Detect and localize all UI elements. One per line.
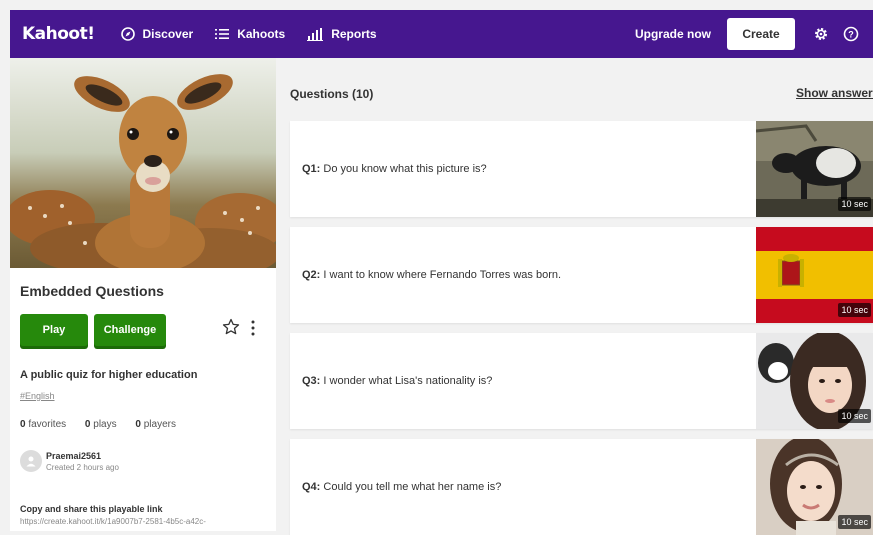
nav-discover-label: Discover (142, 27, 194, 41)
question-image: 10 sec (756, 439, 873, 535)
question-text: Q3: I wonder what Lisa's nationality is? (302, 375, 492, 387)
kahoot-description: A public quiz for higher education (20, 369, 198, 381)
create-button[interactable]: Create (727, 18, 795, 50)
plays-count: 0 (84, 419, 91, 430)
question-image: 10 sec (756, 333, 873, 429)
question-body: I wonder what Lisa's nationality is? (323, 375, 493, 387)
favorite-star-icon[interactable] (222, 318, 240, 336)
compass-icon (120, 27, 135, 41)
kahoot-info-panel: Embedded Questions Play Challenge A publ… (10, 58, 276, 531)
question-text: Q1: Do you know what this picture is? (302, 163, 487, 175)
nav-kahoots[interactable]: Kahoots (215, 27, 285, 41)
question-number: Q1: (302, 163, 321, 175)
question-card[interactable]: Q2: I want to know where Fernando Torres… (290, 227, 873, 323)
list-icon (215, 29, 230, 39)
top-nav: Kahoot! Discover Kahoots Reports Upgrade… (10, 10, 873, 58)
question-body: I want to know where Fernando Torres was… (323, 269, 562, 281)
created-time: Created 2 hours ago (46, 462, 119, 472)
question-image: 10 sec (756, 227, 873, 323)
play-button[interactable]: Play (20, 314, 88, 346)
nav-reports[interactable]: Reports (307, 27, 377, 41)
time-limit-badge: 10 sec (838, 515, 871, 529)
plays-label: plays (93, 419, 117, 430)
user-icon (26, 456, 36, 467)
favorites-label: favorites (28, 419, 67, 430)
upgrade-link[interactable]: Upgrade now (635, 27, 711, 41)
nav-reports-label: Reports (331, 27, 377, 41)
time-limit-badge: 10 sec (838, 197, 871, 211)
author-name[interactable]: Praemai2561 (46, 451, 119, 461)
players-label: players (143, 419, 176, 430)
author-info: Praemai2561 Created 2 hours ago (20, 450, 119, 472)
help-button[interactable]: ? (843, 26, 859, 42)
question-card[interactable]: Q1: Do you know what this picture is? 10… (290, 121, 873, 217)
question-card[interactable]: Q3: I wonder what Lisa's nationality is?… (290, 333, 873, 429)
favorites-count: 0 (20, 419, 26, 430)
questions-header: Questions (10) (290, 87, 374, 101)
question-body: Could you tell me what her name is? (323, 481, 502, 493)
nav-kahoots-label: Kahoots (237, 27, 286, 41)
question-number: Q4: (302, 481, 321, 493)
language-tag-link[interactable]: #English (20, 391, 55, 401)
more-options-icon[interactable] (250, 320, 256, 336)
question-image: 10 sec (756, 121, 873, 217)
question-number: Q3: (302, 375, 321, 387)
nav-discover[interactable]: Discover (120, 27, 194, 41)
kahoot-logo[interactable]: Kahoot! (22, 24, 95, 44)
question-text: Q2: I want to know where Fernando Torres… (302, 269, 561, 281)
players-count: 0 (135, 419, 141, 430)
avatar[interactable] (20, 450, 42, 472)
question-card[interactable]: Q4: Could you tell me what her name is? … (290, 439, 873, 535)
bar-chart-icon (307, 27, 324, 41)
show-answers-button[interactable]: Show answers (796, 86, 873, 100)
svg-text:?: ? (848, 30, 854, 40)
question-text: Q4: Could you tell me what her name is? (302, 481, 501, 493)
time-limit-badge: 10 sec (838, 303, 871, 317)
gear-icon (815, 28, 827, 40)
kahoot-title: Embedded Questions (20, 283, 164, 299)
challenge-button[interactable]: Challenge (94, 314, 166, 346)
share-link[interactable]: https://create.kahoot.it/k/1a9007b7-2581… (20, 517, 206, 526)
help-icon: ? (843, 26, 859, 42)
share-title: Copy and share this playable link (20, 504, 163, 514)
time-limit-badge: 10 sec (838, 409, 871, 423)
question-body: Do you know what this picture is? (323, 163, 487, 175)
settings-button[interactable] (813, 26, 829, 42)
cover-image (10, 58, 276, 268)
question-number: Q2: (302, 269, 321, 281)
kahoot-stats: 0 favorites 0 plays 0 players (20, 419, 192, 430)
